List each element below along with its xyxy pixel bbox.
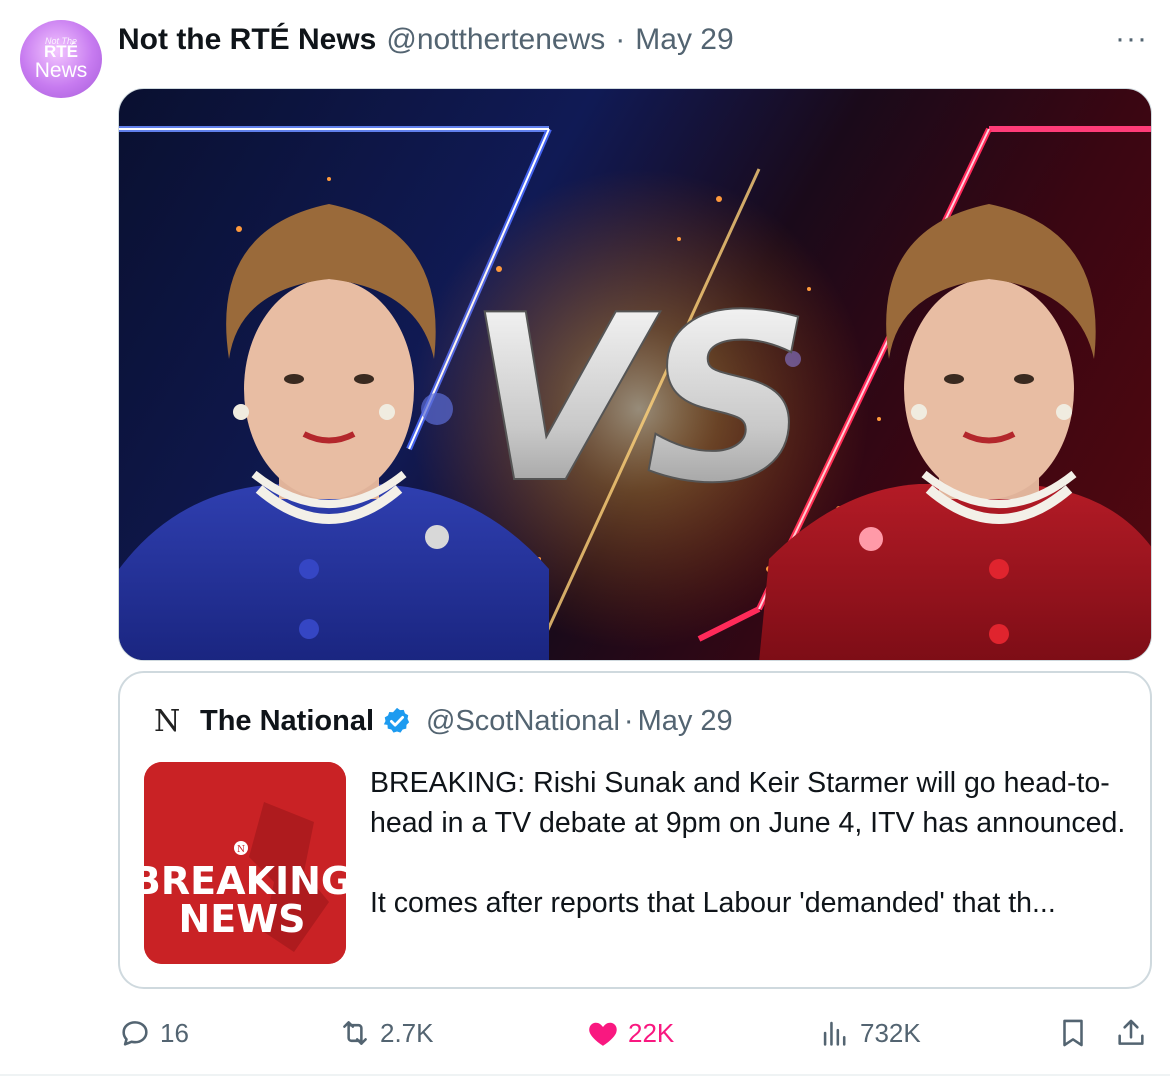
more-options-icon[interactable]: ··· xyxy=(1115,22,1148,56)
tweet-action-bar: 16 2.7K 22K 732K xyxy=(118,1008,1158,1058)
tweet-header: Not the RTÉ News @notthertenews · May 29 xyxy=(118,20,734,60)
repost-count: 2.7K xyxy=(380,1017,434,1048)
quoted-text-paragraph-1: BREAKING: Rishi Sunak and Keir Starmer w… xyxy=(370,767,1126,839)
repost-icon xyxy=(343,1021,367,1045)
thumb-line2: NEWS xyxy=(178,897,305,941)
quoted-tweet-text: BREAKING: Rishi Sunak and Keir Starmer w… xyxy=(370,763,1130,923)
thumb-badge: N xyxy=(237,845,245,855)
bookmark-icon xyxy=(1063,1019,1083,1047)
the-national-logo[interactable]: N xyxy=(154,704,190,739)
breaking-news-graphic: N BREAKING NEWS xyxy=(144,762,346,964)
header-separator: · xyxy=(615,23,626,56)
quoted-thumbnail-image[interactable]: N BREAKING NEWS xyxy=(144,762,346,964)
tweet-date[interactable]: May 29 xyxy=(635,23,733,57)
like-count: 22K xyxy=(628,1017,675,1048)
tweet-media-image[interactable]: VS xyxy=(118,88,1152,661)
views-button[interactable]: 732K xyxy=(818,1008,921,1058)
vs-graphic: VS xyxy=(119,126,1151,660)
author-handle[interactable]: @notthertenews xyxy=(386,23,605,57)
repost-button[interactable]: 2.7K xyxy=(338,1008,434,1058)
quoted-date[interactable]: May 29 xyxy=(638,705,733,738)
quoted-author-name[interactable]: The National xyxy=(200,705,374,738)
quoted-tweet-card[interactable]: N The National @ScotNational · May 29 N … xyxy=(118,671,1152,989)
quoted-text-paragraph-2: It comes after reports that Labour 'dema… xyxy=(370,887,1056,919)
share-button[interactable] xyxy=(1114,1008,1156,1058)
author-name[interactable]: Not the RTÉ News xyxy=(118,23,376,57)
quoted-author-handle[interactable]: @ScotNational xyxy=(426,705,620,738)
verified-badge-icon xyxy=(383,707,410,733)
reply-icon xyxy=(122,1021,148,1046)
quoted-tweet-header: N The National @ScotNational · May 29 xyxy=(154,701,733,741)
reply-count: 16 xyxy=(160,1017,189,1048)
share-icon xyxy=(1118,1019,1144,1045)
like-button[interactable]: 22K xyxy=(586,1008,674,1058)
reply-button[interactable]: 16 xyxy=(118,1008,189,1058)
bookmark-button[interactable] xyxy=(1056,1008,1098,1058)
views-icon xyxy=(823,1021,846,1046)
vs-text: VS xyxy=(467,267,811,534)
avatar-news: News xyxy=(34,59,88,82)
views-count: 732K xyxy=(860,1017,921,1048)
avatar-rte: RTÉ xyxy=(44,42,78,61)
divider xyxy=(0,1074,1170,1076)
heart-icon xyxy=(589,1022,617,1046)
author-avatar[interactable]: Not The RTÉ News xyxy=(20,20,102,98)
quoted-separator: · xyxy=(623,704,634,737)
avatar-tagline: Not The xyxy=(44,36,77,46)
